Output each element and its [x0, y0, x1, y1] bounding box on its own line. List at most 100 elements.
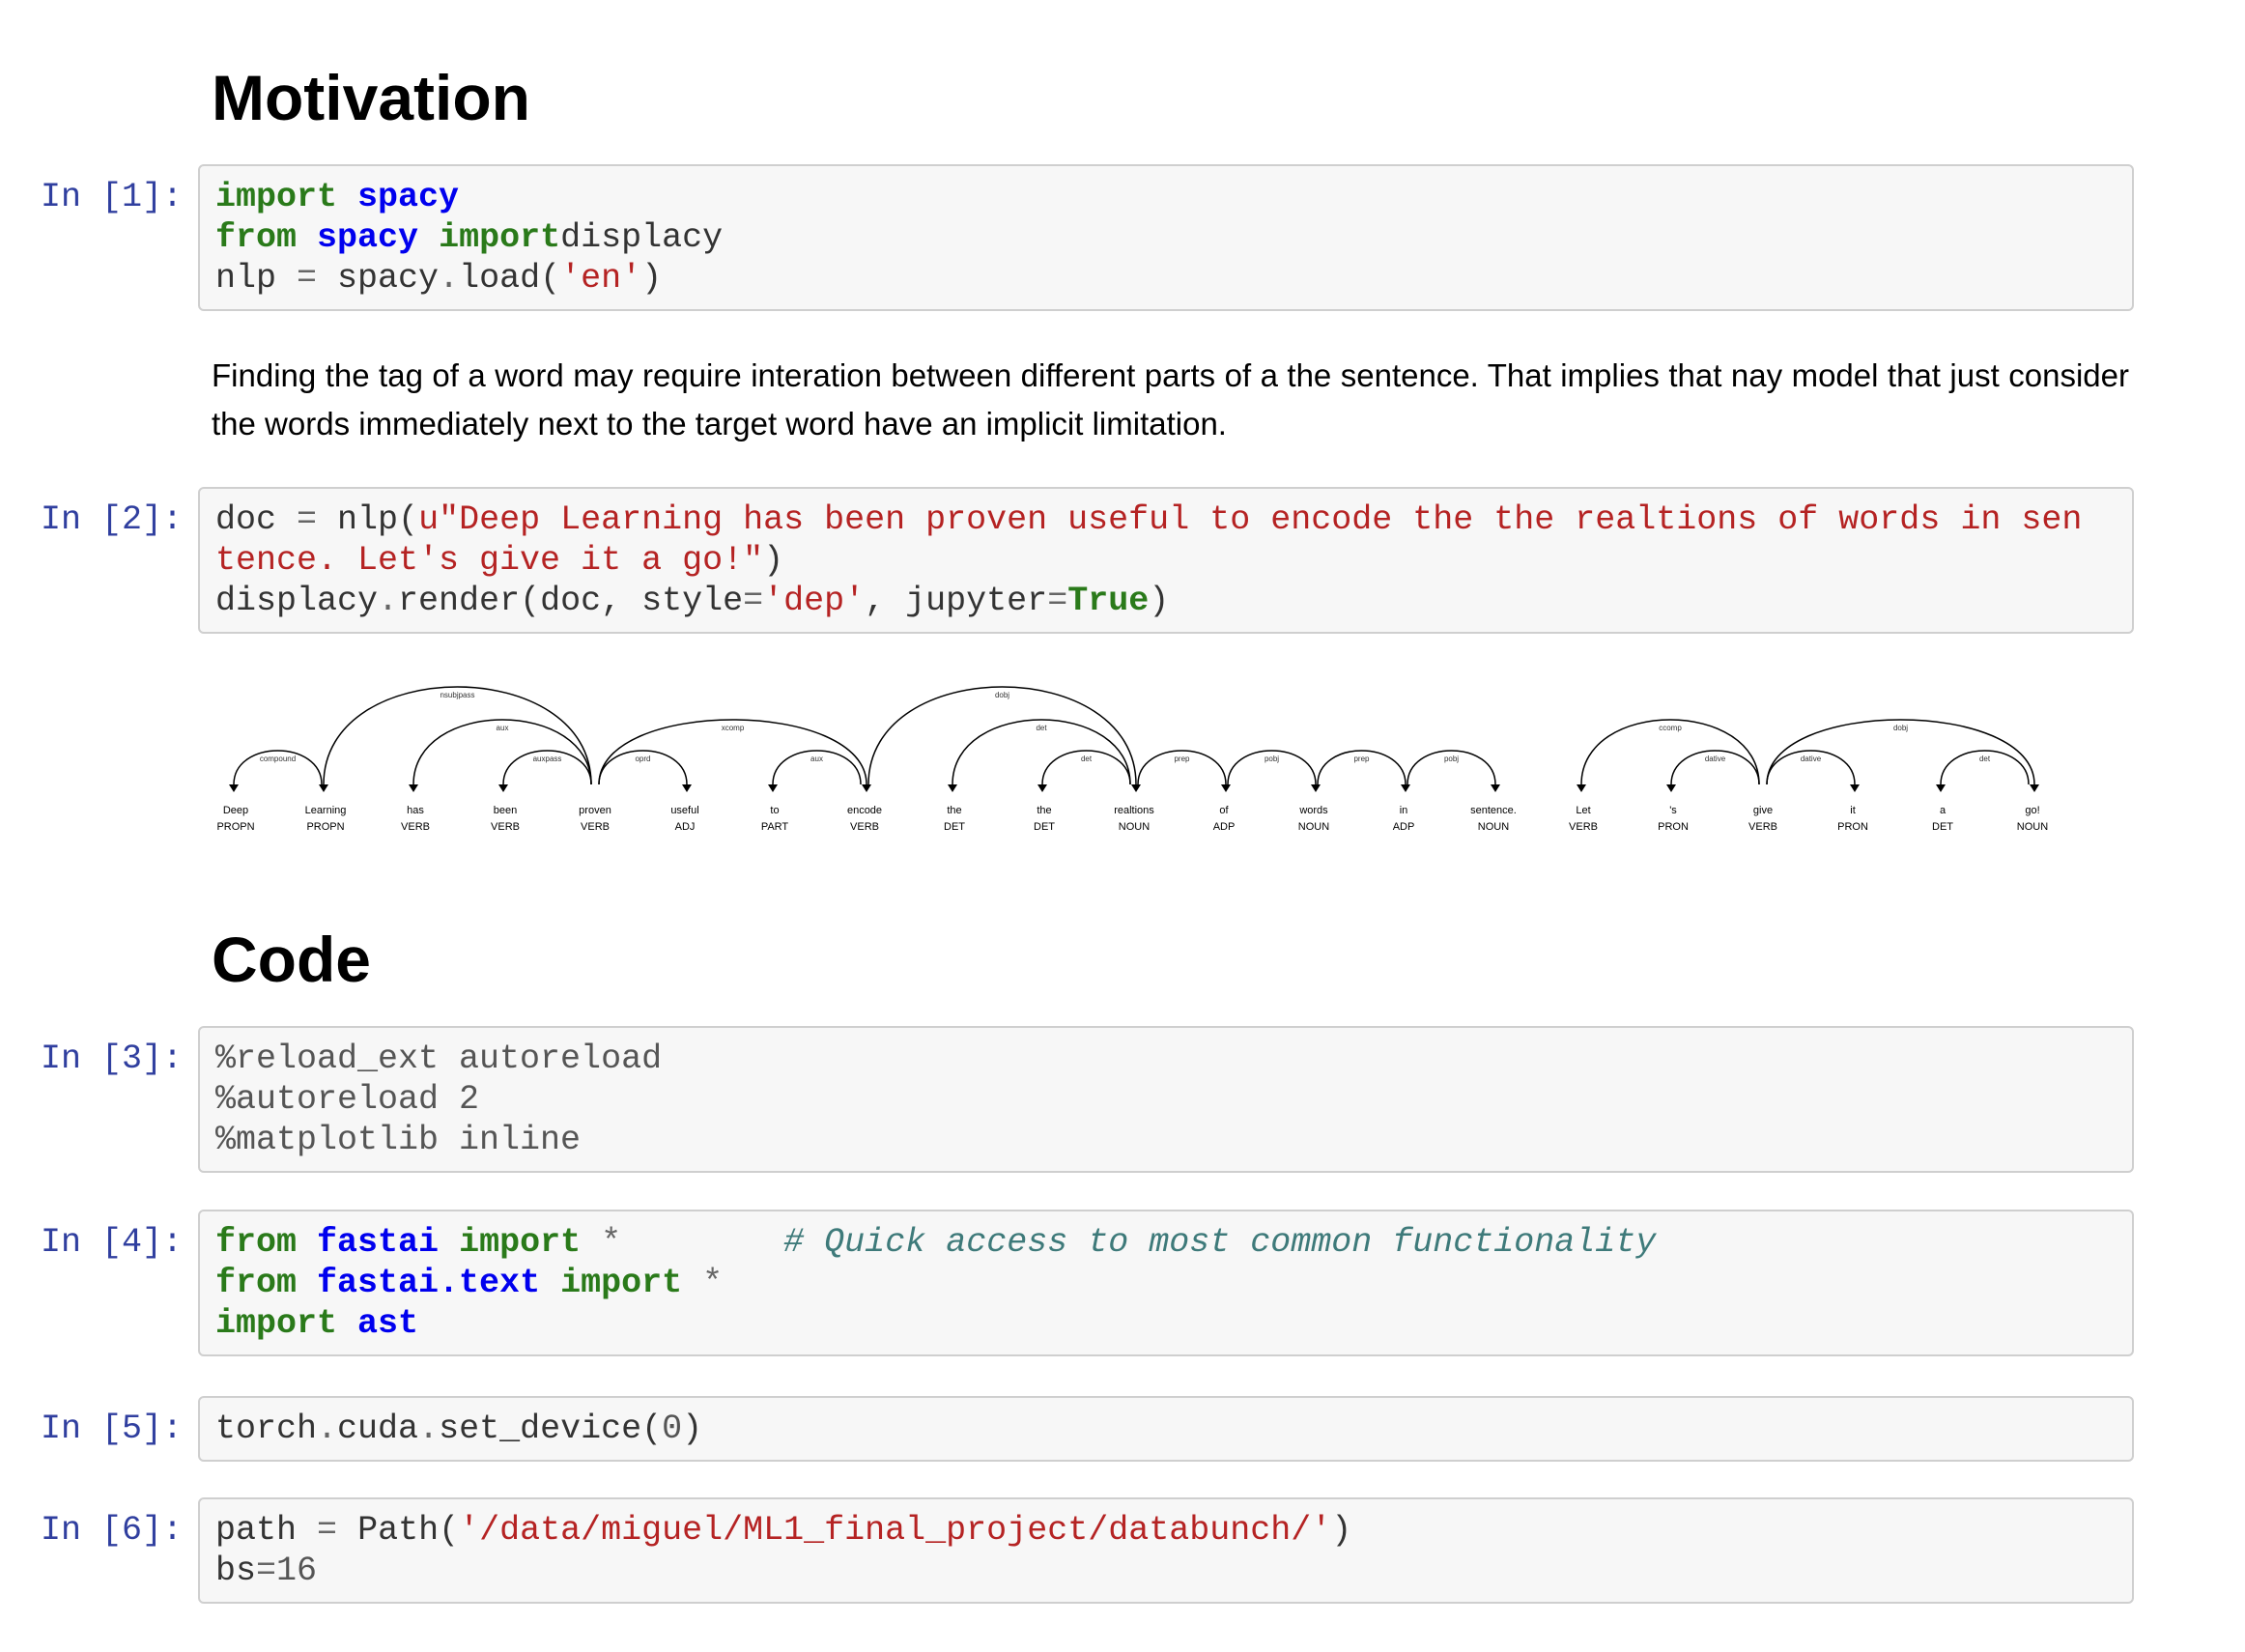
token-text: the: [947, 805, 961, 816]
arc-label: dative: [1705, 755, 1726, 763]
code-editor[interactable]: path = Path('/data/miguel/ML1_final_proj…: [200, 1499, 2094, 1602]
code-token: 0: [662, 1410, 683, 1448]
token-text: Learning: [305, 805, 347, 816]
code-token: fastai: [317, 1223, 440, 1262]
code-token: torch: [215, 1410, 318, 1448]
dependency-arc: [323, 686, 592, 785]
token-text: realtions: [1114, 805, 1154, 816]
arrow-head-icon: [1491, 784, 1500, 792]
code-token: import: [560, 1264, 683, 1302]
code-token: cuda: [337, 1410, 419, 1448]
token-text: in: [1400, 805, 1408, 816]
arrow-head-icon: [1666, 784, 1676, 792]
cell-prompt: In [3]:: [41, 1040, 184, 1078]
dependency-arc: [867, 686, 1137, 785]
arrow-head-icon: [229, 784, 239, 792]
code-token: ): [1331, 1511, 1352, 1550]
arrow-head-icon: [409, 784, 418, 792]
code-token: 16: [276, 1552, 318, 1590]
token-text: the: [1037, 805, 1051, 816]
cell-prompt: In [6]:: [41, 1511, 184, 1550]
code-token: 2: [459, 1080, 480, 1119]
token-text: to: [770, 805, 779, 816]
token-tag: PRON: [1837, 821, 1868, 833]
token-tag: VERB: [1569, 821, 1598, 833]
token-tag: NOUN: [1119, 821, 1150, 833]
token-text: go!: [2025, 805, 2039, 816]
token-text: has: [407, 805, 424, 816]
token-text: been: [494, 805, 517, 816]
code-token: from: [215, 1223, 298, 1262]
arrow-head-icon: [319, 784, 328, 792]
code-token: .: [317, 1410, 338, 1448]
code-token: %autoreload: [215, 1080, 460, 1119]
token-tag: DET: [1034, 821, 1055, 833]
code-cell[interactable]: %reload_ext autoreload %autoreload 2 %ma…: [198, 1026, 2134, 1173]
cell-prompt: In [5]:: [41, 1410, 184, 1448]
arrow-head-icon: [1221, 784, 1231, 792]
token-tag: ADP: [1213, 821, 1236, 833]
token-text: proven: [579, 805, 611, 816]
arc-label: pobj: [1444, 755, 1459, 763]
code-token: # Quick access to most common functional…: [783, 1223, 1657, 1262]
arrow-head-icon: [1577, 784, 1586, 792]
code-token: ast: [357, 1304, 419, 1343]
arc-label: xcomp: [722, 724, 745, 732]
code-editor[interactable]: torch.cuda.set_device(0): [200, 1398, 2094, 1460]
arrow-head-icon: [1311, 784, 1321, 792]
token-text: useful: [670, 805, 698, 816]
token-tag: VERB: [401, 821, 430, 833]
arc-label: dobj: [1893, 724, 1908, 732]
code-token: =: [317, 1511, 338, 1550]
arc-label: dative: [1801, 755, 1822, 763]
code-token: *: [702, 1264, 724, 1302]
token-tag: VERB: [491, 821, 520, 833]
code-token: '/data/miguel/ML1_final_project/databunc…: [459, 1511, 1332, 1550]
code-cell[interactable]: torch.cuda.set_device(0): [198, 1396, 2134, 1462]
arrow-head-icon: [498, 784, 508, 792]
token-tag: VERB: [1748, 821, 1777, 833]
arc-label: dobj: [995, 691, 1009, 699]
arc-label: ccomp: [1659, 724, 1682, 732]
code-token: %matplotlib inline: [215, 1121, 582, 1159]
code-token: import: [459, 1223, 582, 1262]
arrow-head-icon: [1936, 784, 1946, 792]
heading-code: Code: [212, 924, 371, 995]
token-tag: NOUN: [1478, 821, 1509, 833]
code-token: .: [418, 1410, 440, 1448]
arc-label: auxpass: [533, 755, 562, 763]
code-editor[interactable]: %reload_ext autoreload %autoreload 2 %ma…: [200, 1028, 2094, 1171]
arc-label: det: [1036, 724, 1047, 732]
token-tag: PROPN: [216, 821, 254, 833]
token-text: sentence.: [1470, 805, 1517, 816]
code-token: path: [215, 1511, 318, 1550]
arrow-head-icon: [2030, 784, 2039, 792]
token-text: of: [1219, 805, 1229, 816]
token-tag: ADJ: [675, 821, 696, 833]
arc-label: det: [1081, 755, 1093, 763]
code-token: =: [256, 1552, 277, 1590]
code-editor[interactable]: from fastai import * # Quick access to m…: [200, 1211, 2094, 1354]
token-tag: VERB: [850, 821, 879, 833]
arrow-head-icon: [948, 784, 957, 792]
code-cell[interactable]: from fastai import * # Quick access to m…: [198, 1210, 2134, 1356]
token-text: a: [1940, 805, 1947, 816]
arrow-head-icon: [768, 784, 778, 792]
code-cell[interactable]: path = Path('/data/miguel/ML1_final_proj…: [198, 1497, 2134, 1604]
code-token: import: [215, 1304, 338, 1343]
token-tag: ADP: [1393, 821, 1415, 833]
arc-label: compound: [260, 755, 296, 763]
token-tag: PART: [761, 821, 789, 833]
token-tag: NOUN: [2017, 821, 2048, 833]
arc-label: aux: [497, 724, 509, 732]
arc-label: oprd: [635, 755, 650, 763]
arrow-head-icon: [862, 784, 871, 792]
token-tag: DET: [944, 821, 965, 833]
token-tag: PROPN: [306, 821, 344, 833]
